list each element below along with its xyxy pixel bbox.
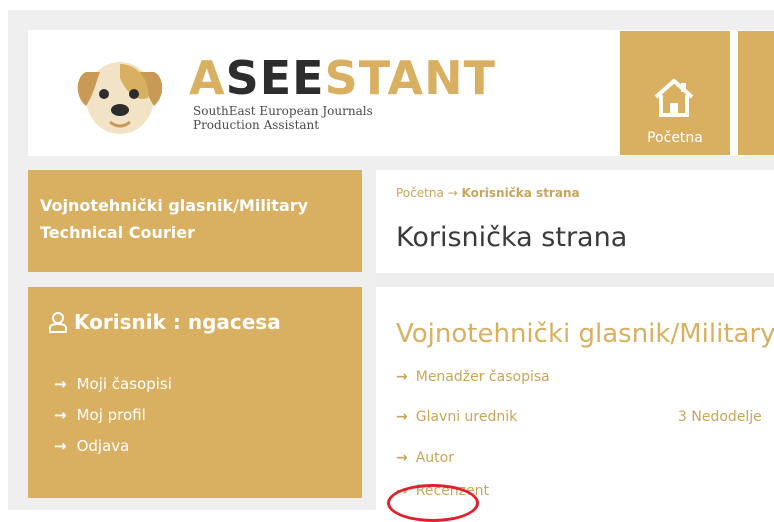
breadcrumb: Početna → Korisnička strana <box>396 186 580 200</box>
sidebar-item-label: Moj profil <box>76 406 146 424</box>
role-label: Autor <box>415 450 454 466</box>
house-icon <box>654 79 694 117</box>
sidebar-item-odjava[interactable]: → Odjava <box>54 431 342 462</box>
sidebar-journal-line1: Vojnotehnički glasnik/Military <box>40 196 309 215</box>
role-link-autor[interactable]: → Autor <box>396 450 454 466</box>
role-link-glavni-urednik[interactable]: → Glavni urednik <box>396 409 517 425</box>
highlight-ellipse <box>387 484 479 522</box>
page-header: Početna → Korisnička strana Korisnička s… <box>376 170 774 273</box>
brand-tagline: SouthEast European Journals Production A… <box>193 104 433 132</box>
arrow-right-icon: → <box>396 369 408 385</box>
arrow-right-icon: → <box>54 437 67 455</box>
nav-home-label: Početna <box>647 130 703 146</box>
user-links: → Moji časopisi → Moj profil → Odjava <box>48 369 342 462</box>
tagline-line1: SouthEast European Journals <box>193 104 373 118</box>
journal-heading[interactable]: Vojnotehnički glasnik/Military <box>396 319 774 349</box>
page-title: Korisnička strana <box>396 222 628 253</box>
sidebar-item-label: Moji časopisi <box>76 375 172 393</box>
brand-letter-a: A <box>189 51 226 105</box>
brand-see: SEE <box>225 51 325 105</box>
dog-logo-icon <box>77 62 163 134</box>
arrow-right-icon: → <box>396 409 408 425</box>
role-label: Glavni urednik <box>415 409 518 425</box>
sidebar-item-moji-casopisi[interactable]: → Moji časopisi <box>54 369 342 400</box>
brand-stant: STANT <box>324 51 497 105</box>
arrow-right-icon: → <box>447 186 458 200</box>
brand-name: ASEESTANT <box>189 54 496 102</box>
user-title: Korisnik : ngacesa <box>48 309 342 335</box>
brand: ASEESTANT SouthEast European Journals Pr… <box>189 54 496 132</box>
user-panel: Korisnik : ngacesa → Moji časopisi → Moj p… <box>28 287 362 498</box>
header: ASEESTANT SouthEast European Journals Pr… <box>28 30 774 156</box>
tagline-line2: Production Assistant <box>193 118 320 132</box>
role-link-menadzer[interactable]: → Menadžer časopisa <box>396 369 550 385</box>
breadcrumb-home-link[interactable]: Početna <box>396 186 444 200</box>
content-panel: Vojnotehnički glasnik/Military → Menadžer… <box>376 287 774 510</box>
arrow-right-icon: → <box>396 450 408 466</box>
sidebar-item-label: Odjava <box>76 437 130 455</box>
nav-next-button[interactable] <box>738 31 774 155</box>
role-label: Menadžer časopisa <box>415 369 550 385</box>
role-count-badge[interactable]: 3 Nedodelje <box>678 409 762 425</box>
sidebar-journal-line2: Technical Courier <box>40 223 195 242</box>
arrow-right-icon: → <box>54 375 67 393</box>
nav-home-button[interactable]: Početna <box>620 31 730 155</box>
breadcrumb-current: Korisnička strana <box>461 186 580 200</box>
sidebar-journal-link[interactable]: Vojnotehnički glasnik/Military Technical… <box>28 170 362 272</box>
arrow-right-icon: → <box>54 406 67 424</box>
user-icon <box>49 312 67 333</box>
sidebar-item-moj-profil[interactable]: → Moj profil <box>54 400 342 431</box>
user-title-text: Korisnik : ngacesa <box>74 310 281 334</box>
